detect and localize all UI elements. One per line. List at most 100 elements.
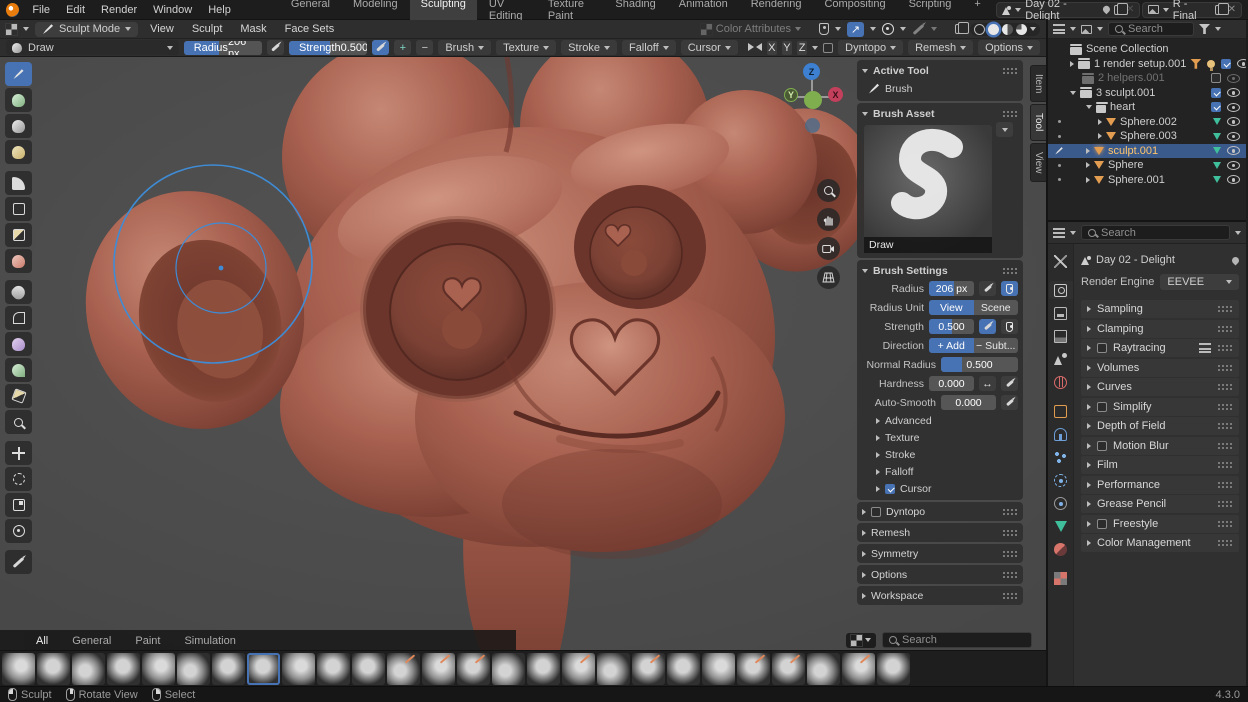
drag-handle[interactable] <box>1217 422 1233 430</box>
tool-button-18[interactable] <box>5 519 32 543</box>
tab-tool-properties[interactable] <box>1049 252 1073 270</box>
drag-handle[interactable] <box>1002 529 1018 537</box>
tool-button-8[interactable] <box>5 249 32 273</box>
tool-button-2[interactable] <box>5 88 32 112</box>
direction-add-button[interactable]: + <box>394 40 411 55</box>
collapse-icon[interactable] <box>1070 91 1076 95</box>
stroke-popover[interactable]: Stroke <box>561 40 617 55</box>
asset-search-input[interactable]: Search <box>882 632 1032 648</box>
annotate-icon[interactable] <box>913 24 925 35</box>
options-panel[interactable]: Options <box>857 565 1023 584</box>
tab-particle-properties[interactable] <box>1049 448 1073 466</box>
hide-icon[interactable] <box>1227 132 1240 141</box>
camera-view-button[interactable] <box>817 237 840 260</box>
outliner-row-sphere-003[interactable]: Sphere.003 <box>1048 129 1246 144</box>
radius-pressure-button[interactable] <box>1001 281 1018 296</box>
menu-face-sets[interactable]: Face Sets <box>279 22 341 36</box>
pan-hand-button[interactable] <box>817 208 840 231</box>
brush-thumbnail[interactable] <box>457 653 490 685</box>
brush-thumbnail[interactable] <box>527 653 560 685</box>
navigation-gizmo[interactable]: Z Y X <box>784 63 844 183</box>
brush-thumbnail[interactable] <box>317 653 350 685</box>
expand-icon[interactable] <box>1086 148 1090 154</box>
menu-window[interactable]: Window <box>146 2 199 18</box>
brush-thumbnail[interactable] <box>212 653 245 685</box>
remesh-popover[interactable]: Remesh <box>908 40 973 55</box>
drag-handle[interactable] <box>1002 67 1018 75</box>
outliner-row-sculpt-001-active[interactable]: sculpt.001 <box>1048 144 1246 159</box>
gizmo-y-front[interactable] <box>804 91 822 109</box>
outliner-row-heart[interactable]: heart <box>1048 100 1246 115</box>
view-layer-selector[interactable]: R - Final ✕ <box>1142 2 1242 18</box>
hide-icon[interactable] <box>1227 161 1240 170</box>
hardness-slider[interactable]: 0.000 <box>929 376 974 391</box>
brush-thumbnail[interactable] <box>702 653 735 685</box>
gizmo-z-axis[interactable]: Z <box>803 63 820 80</box>
section-grease-pencil[interactable]: Grease Pencil <box>1081 495 1239 513</box>
render-engine-dropdown[interactable]: EEVEE <box>1160 274 1239 290</box>
menu-view[interactable]: View <box>144 22 180 36</box>
tab-tool[interactable]: Tool <box>1030 104 1046 140</box>
brush-thumbnail[interactable] <box>807 653 840 685</box>
brush-popover[interactable]: Brush <box>438 40 491 55</box>
snap-toggle[interactable]: ↗ <box>847 22 864 37</box>
filter-icon[interactable] <box>1199 24 1210 34</box>
dyntopo-panel[interactable]: Dyntopo <box>857 502 1023 521</box>
direction-subtract-button[interactable]: − <box>416 40 433 55</box>
texture-subsection[interactable]: Texture <box>862 429 1018 446</box>
menu-sculpt[interactable]: Sculpt <box>186 22 229 36</box>
perspective-toggle-button[interactable] <box>817 266 840 289</box>
expand-icon[interactable] <box>1086 177 1090 183</box>
tool-button-6[interactable] <box>5 197 32 221</box>
shading-material-icon[interactable] <box>1002 24 1013 35</box>
stroke-subsection[interactable]: Stroke <box>862 446 1018 463</box>
cursor-checkbox[interactable] <box>885 484 895 494</box>
radius-edit-button[interactable] <box>979 281 996 296</box>
section-clamping[interactable]: Clamping <box>1081 320 1239 338</box>
radius-unit-scene[interactable]: Scene <box>974 300 1019 315</box>
outliner-row-scene-collection[interactable]: Scene Collection <box>1048 42 1246 57</box>
drag-handle[interactable] <box>1217 383 1233 391</box>
strength-pressure-button[interactable] <box>372 40 389 55</box>
show-overlays-toggle[interactable] <box>955 24 964 34</box>
dyntopo-checkbox[interactable] <box>823 43 833 53</box>
tab-output-properties[interactable] <box>1049 304 1073 322</box>
brush-thumbnail[interactable] <box>72 653 105 685</box>
brush-thumbnail[interactable] <box>597 653 630 685</box>
freestyle-checkbox[interactable] <box>1097 519 1107 529</box>
autosmooth-pressure-button[interactable] <box>1001 395 1018 410</box>
tab-render-properties[interactable] <box>1049 281 1073 299</box>
outliner-row-sculpt-collection[interactable]: 3 sculpt.001 <box>1048 86 1246 101</box>
exclude-checkbox[interactable] <box>1211 102 1221 112</box>
pin-icon[interactable] <box>1231 255 1241 265</box>
active-tool-header[interactable]: Active Tool <box>862 63 1018 79</box>
section-volumes[interactable]: Volumes <box>1081 359 1239 377</box>
scene-selector[interactable]: Day 02 - Delight ✕ <box>996 2 1141 18</box>
tool-button-11[interactable] <box>5 332 32 356</box>
radius-slider[interactable]: 206 px <box>929 281 974 296</box>
brush-thumbnail[interactable] <box>842 653 875 685</box>
tool-button-9[interactable] <box>5 280 32 304</box>
shading-rendered-icon[interactable] <box>1016 24 1027 35</box>
outliner-row-sphere-001[interactable]: Sphere.001 <box>1048 173 1246 188</box>
brush-thumbnail-selected[interactable] <box>247 653 280 685</box>
exclude-checkbox[interactable] <box>1211 88 1221 98</box>
dyntopo-popover[interactable]: Dyntopo <box>838 40 903 55</box>
proportional-editing-icon[interactable] <box>882 23 894 35</box>
hide-icon[interactable] <box>1237 59 1246 68</box>
tab-view-layer-properties[interactable] <box>1049 327 1073 345</box>
direction-toggle[interactable]: + Add − Subt... <box>929 338 1018 353</box>
collapse-icon[interactable] <box>1086 105 1092 109</box>
section-performance[interactable]: Performance <box>1081 476 1239 494</box>
simplify-checkbox[interactable] <box>1097 402 1107 412</box>
shelf-tab-general[interactable]: General <box>60 632 123 650</box>
tool-button-19[interactable] <box>5 550 32 574</box>
brush-thumbnail[interactable] <box>387 653 420 685</box>
section-raytracing[interactable]: Raytracing <box>1081 339 1239 357</box>
brush-thumbnail[interactable] <box>667 653 700 685</box>
drag-handle[interactable] <box>1002 571 1018 579</box>
tool-button-3[interactable] <box>5 114 32 138</box>
drag-handle[interactable] <box>1217 344 1233 352</box>
blender-logo-icon[interactable] <box>6 3 19 17</box>
strength-edit-button[interactable] <box>979 319 996 334</box>
